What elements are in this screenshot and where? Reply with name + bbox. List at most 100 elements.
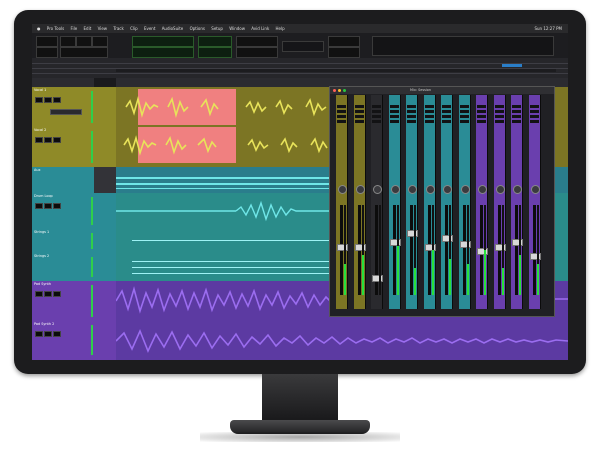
- track-header-pad-synth[interactable]: Pad Synth: [32, 281, 94, 322]
- insert-slot[interactable]: [477, 105, 486, 108]
- insert-slot[interactable]: [372, 115, 381, 118]
- insert-slot[interactable]: [389, 110, 399, 113]
- track-name[interactable]: Vocal 2: [34, 128, 46, 132]
- fader-track[interactable]: [410, 205, 413, 295]
- mute-button[interactable]: [53, 203, 61, 209]
- insert-slot[interactable]: [494, 115, 504, 118]
- fader-handle[interactable]: [442, 234, 453, 242]
- insert-slot[interactable]: [477, 115, 486, 118]
- menu-track[interactable]: Track: [113, 24, 123, 33]
- insert-slot[interactable]: [407, 115, 416, 118]
- zoom-icon[interactable]: [343, 89, 346, 92]
- pan-knob[interactable]: [478, 185, 487, 194]
- menu-event[interactable]: Event: [144, 24, 155, 33]
- insert-slot[interactable]: [389, 115, 399, 118]
- insert-slot[interactable]: [442, 115, 451, 118]
- insert-slot[interactable]: [389, 105, 399, 108]
- solo-button[interactable]: [44, 291, 52, 297]
- insert-slot[interactable]: [459, 105, 469, 108]
- insert-slot[interactable]: [442, 120, 451, 123]
- solo-button[interactable]: [44, 331, 52, 337]
- insert-slot[interactable]: [442, 110, 451, 113]
- fader-handle[interactable]: [459, 240, 471, 248]
- insert-slot[interactable]: [529, 120, 539, 123]
- fader-track[interactable]: [392, 205, 396, 295]
- record-enable-button[interactable]: [35, 137, 43, 143]
- selection-start[interactable]: [198, 36, 232, 47]
- marker-ruler-marker[interactable]: [502, 64, 522, 67]
- insert-slot[interactable]: [354, 115, 364, 118]
- pan-knob[interactable]: [513, 185, 522, 194]
- menu-help[interactable]: Help: [276, 24, 285, 33]
- track-header-strings-2[interactable]: Strings 2: [32, 253, 94, 282]
- mixer-channel-strip[interactable]: [441, 95, 453, 309]
- mixer-channel-strip[interactable]: [371, 95, 383, 309]
- menu-audiosuite[interactable]: AudioSuite: [162, 24, 184, 33]
- solo-button[interactable]: [44, 203, 52, 209]
- mixer-channel-strip[interactable]: [528, 95, 541, 309]
- minimize-icon[interactable]: [338, 89, 341, 92]
- insert-slot[interactable]: [407, 120, 416, 123]
- menu-avid-link[interactable]: Avid Link: [251, 24, 269, 33]
- track-name[interactable]: Aux: [34, 168, 40, 172]
- menu-file[interactable]: File: [71, 24, 78, 33]
- insert-slot[interactable]: [529, 115, 539, 118]
- menu-setup[interactable]: Setup: [211, 24, 223, 33]
- insert-slot[interactable]: [354, 110, 364, 113]
- track-header-vocal-1[interactable]: Vocal 1: [32, 87, 94, 128]
- fader-handle[interactable]: [337, 243, 348, 251]
- grid-value[interactable]: [236, 47, 278, 58]
- tool-cluster[interactable]: [60, 47, 108, 58]
- insert-slot[interactable]: [372, 120, 381, 123]
- fader-track[interactable]: [462, 205, 466, 295]
- pan-knob[interactable]: [390, 185, 400, 194]
- track-inserts-vocal-1[interactable]: [94, 87, 116, 128]
- insert-slot[interactable]: [459, 110, 469, 113]
- record-enable-button[interactable]: [35, 331, 43, 337]
- mixer-channel-strip[interactable]: [458, 95, 471, 309]
- menu-view[interactable]: View: [98, 24, 108, 33]
- record-enable-button[interactable]: [35, 203, 43, 209]
- insert-slot[interactable]: [477, 110, 486, 113]
- mute-button[interactable]: [53, 137, 61, 143]
- mixer-channel-strip[interactable]: [493, 95, 506, 309]
- insert-slot[interactable]: [442, 105, 451, 108]
- insert-slot[interactable]: [494, 105, 504, 108]
- insert-slot[interactable]: [337, 115, 346, 118]
- insert-slot[interactable]: [494, 120, 504, 123]
- track-name[interactable]: Pad Synth: [34, 282, 51, 286]
- track-name[interactable]: Drum Loop: [34, 194, 53, 198]
- lane-pad-synth-2[interactable]: [116, 321, 568, 360]
- mix-window-titlebar[interactable]: Mix: Session: [330, 87, 554, 94]
- pan-knob[interactable]: [355, 185, 365, 194]
- tempo-ruler[interactable]: [116, 69, 556, 72]
- fader-handle[interactable]: [477, 248, 488, 255]
- fader-track[interactable]: [445, 205, 448, 295]
- insert-slot[interactable]: [354, 120, 364, 123]
- fader-track[interactable]: [515, 205, 518, 295]
- fader-handle[interactable]: [494, 243, 506, 251]
- transport-controls[interactable]: [282, 41, 324, 52]
- nudge-value[interactable]: [236, 36, 278, 47]
- track-header-drum-loop[interactable]: Drum Loop: [32, 193, 94, 230]
- mixer-channel-strip[interactable]: [336, 95, 348, 309]
- insert-slot[interactable]: [372, 110, 381, 113]
- meter-display[interactable]: [328, 47, 360, 58]
- mixer-channel-strip[interactable]: [406, 95, 418, 309]
- insert-slot[interactable]: [459, 120, 469, 123]
- menu-options[interactable]: Options: [190, 24, 205, 33]
- track-inserts-strings-1[interactable]: [94, 229, 116, 254]
- insert-slot[interactable]: [337, 120, 346, 123]
- menu-app[interactable]: Pro Tools: [47, 24, 64, 33]
- pan-knob[interactable]: [408, 185, 417, 194]
- close-icon[interactable]: [333, 89, 336, 92]
- insert-slot[interactable]: [424, 120, 434, 123]
- track-inserts-drum-loop[interactable]: [94, 193, 116, 230]
- insert-slot[interactable]: [494, 110, 504, 113]
- mixer-channel-strip[interactable]: [423, 95, 436, 309]
- fader-handle[interactable]: [424, 243, 436, 251]
- fader-handle[interactable]: [407, 230, 418, 237]
- track-name[interactable]: Vocal 1: [34, 88, 46, 92]
- record-enable-button[interactable]: [35, 97, 43, 103]
- mixer-channel-strip[interactable]: [511, 95, 523, 309]
